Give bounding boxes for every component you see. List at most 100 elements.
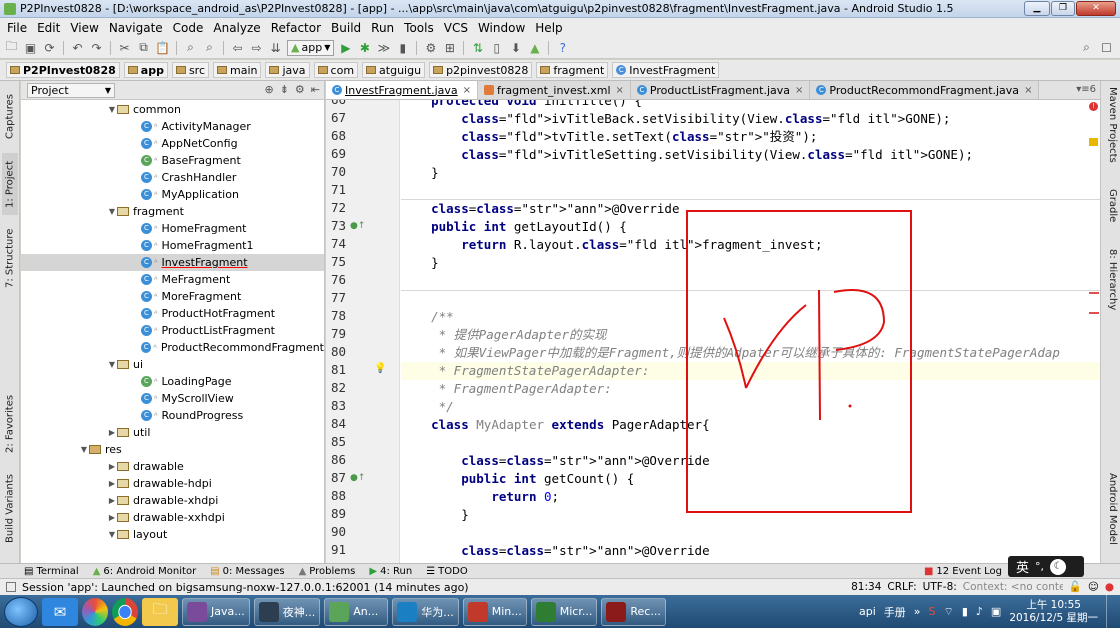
editor-tab[interactable]: C ProductRecommondFragment.java × — [810, 81, 1040, 99]
inspector-icon[interactable]: ☺ — [1088, 581, 1099, 593]
sync-icon[interactable]: ⟳ — [42, 40, 57, 55]
tree-class-CrashHandler[interactable]: Cᴬ CrashHandler — [21, 169, 324, 186]
notification-icon[interactable]: ● — [1105, 581, 1114, 593]
tool-tab-android-monitor[interactable]: ▲ 6: Android Monitor — [93, 566, 196, 577]
expanded-arrow-icon[interactable]: ▼ — [107, 530, 117, 539]
editor-tab[interactable]: fragment_invest.xml × — [478, 81, 631, 99]
breadcrumb-com[interactable]: com — [313, 62, 359, 78]
override-marker-icon[interactable]: ●↑ — [350, 221, 365, 231]
taskbar-app[interactable]: Min... — [462, 597, 527, 626]
tree-class-MoreFragment[interactable]: Cᴬ MoreFragment — [21, 288, 324, 305]
attach-debugger-icon[interactable]: ≫ — [376, 40, 391, 55]
breadcrumb-java[interactable]: java — [265, 62, 310, 78]
taskbar-app[interactable]: Micr... — [530, 597, 598, 626]
gradle-sync-icon[interactable]: ⇅ — [470, 40, 485, 55]
open-icon[interactable]: 🗀 — [4, 39, 19, 55]
taskbar-app[interactable]: 华为... — [392, 597, 459, 626]
volume-icon[interactable]: ♪ — [976, 605, 983, 618]
redo-icon[interactable]: ↷ — [89, 40, 104, 55]
menu-code[interactable]: Code — [168, 21, 209, 35]
android-device-monitor-icon[interactable]: ▲ — [527, 40, 542, 55]
tree-folder-util[interactable]: ▶ util — [21, 424, 324, 441]
copy-icon[interactable]: ⧉ — [136, 40, 151, 55]
tool-tab-problems[interactable]: ▲ Problems — [299, 566, 356, 577]
tool-tab-captures[interactable]: Captures — [2, 87, 18, 147]
tree-class-RoundProgress[interactable]: Cᴬ RoundProgress — [21, 407, 324, 424]
ime-indicator[interactable]: 英 °, ☾ — [1008, 556, 1084, 577]
collapsed-arrow-icon[interactable]: ▶ — [107, 513, 117, 522]
breadcrumb-project[interactable]: P2PInvest0828 — [6, 62, 120, 78]
project-view-select[interactable]: Project ▼ — [27, 82, 115, 98]
tree-class-MyScrollView[interactable]: Cᴬ MyScrollView — [21, 390, 324, 407]
expanded-arrow-icon[interactable]: ▼ — [107, 207, 117, 216]
taskbar-app[interactable]: An... — [324, 597, 389, 626]
tree-class-MeFragment[interactable]: Cᴬ MeFragment — [21, 271, 324, 288]
project-structure-icon[interactable]: ⚙ — [423, 40, 438, 55]
status-toggle-icon[interactable] — [6, 582, 16, 592]
tree-folder-drawable-hdpi[interactable]: ▶ drawable-hdpi — [21, 475, 324, 492]
tree-class-ActivityManager[interactable]: Cᴬ ActivityManager — [21, 118, 324, 135]
expanded-arrow-icon[interactable]: ▼ — [107, 105, 117, 114]
show-desktop-button[interactable] — [1106, 595, 1116, 628]
tool-tab-hierarchy[interactable]: 8: Hierarchy — [1104, 249, 1118, 319]
menu-help[interactable]: Help — [530, 21, 567, 35]
show-hidden-icons-icon[interactable]: » — [914, 605, 921, 618]
tree-class-LoadingPage[interactable]: Cᴬ LoadingPage — [21, 373, 324, 390]
close-button[interactable]: ✕ — [1076, 1, 1116, 16]
collapsed-arrow-icon[interactable]: ▶ — [107, 496, 117, 505]
breadcrumb-package[interactable]: p2pinvest0828 — [429, 62, 533, 78]
tray-manual-label[interactable]: 手册 — [884, 604, 906, 620]
lock-icon[interactable]: 🔓 — [1069, 580, 1082, 593]
sdk-icon[interactable]: ⬇ — [508, 40, 523, 55]
back-icon[interactable]: ⇦ — [230, 40, 245, 55]
color-wheel-icon[interactable] — [82, 597, 108, 626]
close-tab-icon[interactable]: × — [795, 85, 803, 96]
editor-tab[interactable]: C ProductListFragment.java × — [630, 81, 811, 99]
menu-tools[interactable]: Tools — [399, 21, 439, 35]
tool-tab-structure[interactable]: 7: Structure — [2, 226, 18, 290]
network-icon[interactable]: ▣ — [991, 605, 1001, 618]
override-marker-icon[interactable]: ●↑ — [350, 473, 365, 483]
file-encoding[interactable]: UTF-8: — [923, 581, 957, 593]
caret-position[interactable]: 81:34 — [851, 581, 881, 593]
tree-folder-drawable-xhdpi[interactable]: ▶ drawable-xhdpi — [21, 492, 324, 509]
run-icon[interactable]: ▶ — [338, 40, 353, 55]
coverage-icon[interactable]: ▮ — [395, 40, 410, 55]
breadcrumb-app[interactable]: app — [123, 62, 168, 78]
warning-marker[interactable] — [1089, 138, 1098, 146]
tree-folder-res[interactable]: ▼ res — [21, 441, 324, 458]
debug-icon[interactable]: ✱ — [357, 40, 372, 55]
replace-icon[interactable]: ⌕ — [202, 40, 217, 55]
cut-icon[interactable]: ✂ — [117, 40, 132, 55]
taskbar-app[interactable]: Rec... — [601, 597, 666, 626]
breadcrumb-atguigu[interactable]: atguigu — [362, 62, 426, 78]
tool-tab-run[interactable]: ▶ 4: Run — [369, 566, 412, 577]
tree-class-HomeFragment1[interactable]: Cᴬ HomeFragment1 — [21, 237, 324, 254]
taskbar-app[interactable]: 夜神... — [253, 597, 321, 626]
taskbar-app[interactable]: Java... — [182, 597, 250, 626]
tool-tab-messages[interactable]: ▤ 0: Messages — [210, 566, 284, 577]
menu-build[interactable]: Build — [326, 21, 366, 35]
undo-icon[interactable]: ↶ — [70, 40, 85, 55]
qq-icon[interactable]: ✉ — [42, 597, 78, 626]
avd-manager-icon[interactable]: ▯ — [489, 40, 504, 55]
breadcrumb-main[interactable]: main — [213, 62, 262, 78]
menu-window[interactable]: Window — [473, 21, 530, 35]
run-config-select[interactable]: ▲ app ▼ — [287, 39, 335, 56]
breadcrumb-class[interactable]: C InvestFragment — [612, 62, 720, 78]
tree-folder-fragment[interactable]: ▼ fragment — [21, 203, 324, 220]
find-icon[interactable]: ⌕ — [183, 40, 198, 55]
menu-edit[interactable]: Edit — [32, 21, 65, 35]
tree-folder-common[interactable]: ▼ common — [21, 101, 324, 118]
tree-folder-ui[interactable]: ▼ ui — [21, 356, 324, 373]
event-log-tab[interactable]: ■ 12 Event Log — [924, 566, 1002, 577]
maximize-button[interactable]: ❐ — [1051, 1, 1075, 16]
help-icon[interactable]: ? — [555, 40, 570, 55]
tool-tab-build-variants[interactable]: Build Variants — [2, 473, 18, 545]
close-tab-icon[interactable]: × — [616, 85, 624, 96]
folder-icon[interactable]: 🗀 — [142, 597, 178, 626]
tree-class-ProductRecommondFragment[interactable]: Cᴬ ProductRecommondFragment — [21, 339, 324, 356]
collapse-all-icon[interactable]: ⇟ — [280, 83, 289, 96]
forward-icon[interactable]: ⇨ — [249, 40, 264, 55]
breadcrumb-fragment[interactable]: fragment — [536, 62, 609, 78]
